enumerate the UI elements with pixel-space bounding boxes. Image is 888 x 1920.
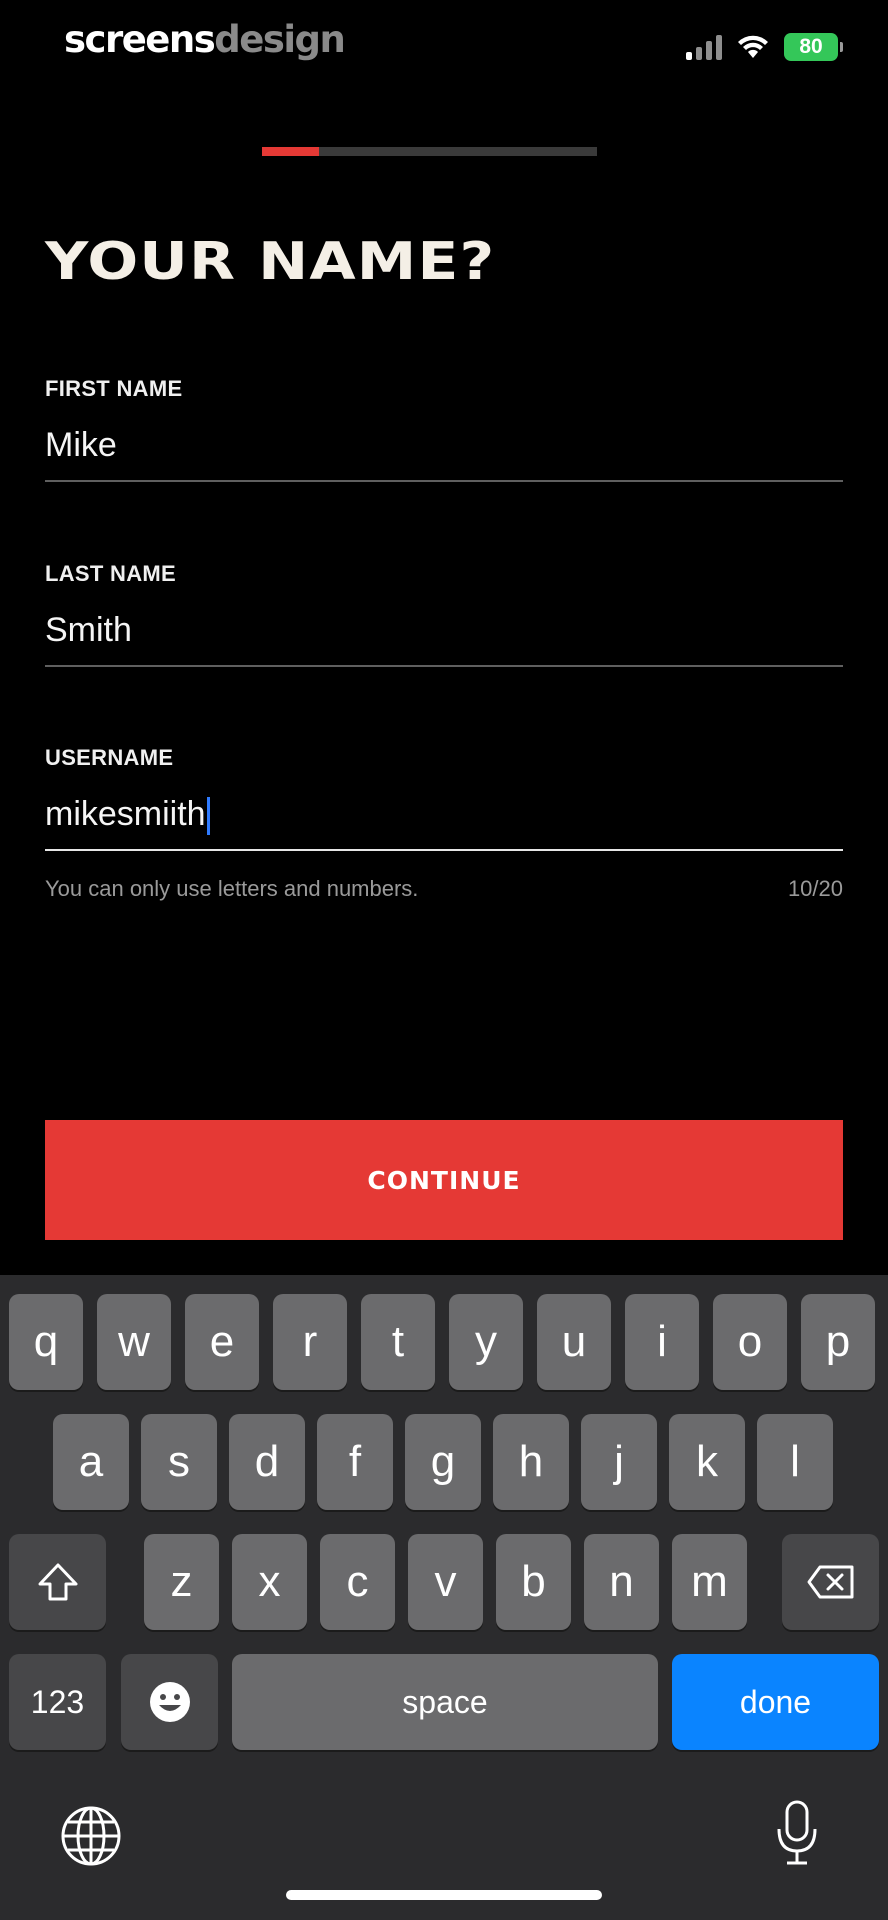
key-x[interactable]: x xyxy=(232,1534,307,1630)
last-name-field[interactable]: LAST NAME Smith xyxy=(45,561,843,667)
key-l[interactable]: l xyxy=(757,1414,833,1510)
globe-icon[interactable] xyxy=(60,1805,122,1867)
username-label: USERNAME xyxy=(45,745,174,770)
key-e[interactable]: e xyxy=(185,1294,259,1390)
key-b[interactable]: b xyxy=(496,1534,571,1630)
key-u[interactable]: u xyxy=(537,1294,611,1390)
emoji-icon xyxy=(149,1682,190,1722)
space-key[interactable]: space xyxy=(232,1654,658,1750)
keyboard: qwertyuiop asdfghjkl zxcvbnm 123 space d… xyxy=(0,1275,888,1920)
delete-key[interactable] xyxy=(782,1534,879,1630)
backspace-icon xyxy=(807,1565,853,1599)
last-name-label: LAST NAME xyxy=(45,561,177,586)
username-hint: You can only use letters and numbers. 10… xyxy=(45,876,843,902)
first-name-field[interactable]: FIRST NAME Mike xyxy=(45,376,843,482)
key-k[interactable]: k xyxy=(669,1414,745,1510)
character-count: 10/20 xyxy=(787,876,843,901)
shift-key[interactable] xyxy=(9,1534,106,1630)
step-progress-bar xyxy=(262,147,597,156)
key-f[interactable]: f xyxy=(317,1414,393,1510)
key-m[interactable]: m xyxy=(672,1534,747,1630)
screensdesign-logo: screensdesign xyxy=(64,18,346,61)
key-v[interactable]: v xyxy=(408,1534,483,1630)
username-text: mikesmiith xyxy=(45,795,206,833)
logo-part-screens: screens xyxy=(64,18,216,61)
cellular-signal-icon xyxy=(686,34,722,60)
key-g[interactable]: g xyxy=(405,1414,481,1510)
key-r[interactable]: r xyxy=(273,1294,347,1390)
key-n[interactable]: n xyxy=(584,1534,659,1630)
hint-text: You can only use letters and numbers. xyxy=(45,876,419,901)
username-field[interactable]: USERNAME mikesmiith xyxy=(45,745,843,851)
last-name-input[interactable]: Smith xyxy=(45,607,843,653)
last-name-underline xyxy=(45,665,843,667)
wifi-icon xyxy=(738,35,768,58)
key-h[interactable]: h xyxy=(493,1414,569,1510)
first-name-label: FIRST NAME xyxy=(45,376,183,401)
emoji-key[interactable] xyxy=(121,1654,218,1750)
logo-part-design: design xyxy=(214,18,346,61)
text-caret xyxy=(206,797,210,836)
first-name-input[interactable]: Mike xyxy=(45,422,843,468)
key-d[interactable]: d xyxy=(229,1414,305,1510)
home-indicator xyxy=(286,1890,602,1900)
key-a[interactable]: a xyxy=(53,1414,129,1510)
key-j[interactable]: j xyxy=(581,1414,657,1510)
status-icons: 80 xyxy=(686,32,843,62)
page-title: YOUR NAME? xyxy=(45,232,496,292)
key-q[interactable]: q xyxy=(9,1294,83,1390)
key-y[interactable]: y xyxy=(449,1294,523,1390)
shift-arrow-icon xyxy=(38,1563,77,1601)
key-s[interactable]: s xyxy=(141,1414,217,1510)
key-p[interactable]: p xyxy=(801,1294,875,1390)
key-o[interactable]: o xyxy=(713,1294,787,1390)
step-progress-fill xyxy=(262,147,319,156)
key-t[interactable]: t xyxy=(361,1294,435,1390)
done-key[interactable]: done xyxy=(672,1654,879,1750)
numbers-key[interactable]: 123 xyxy=(9,1654,106,1750)
username-underline xyxy=(45,849,843,851)
key-w[interactable]: w xyxy=(97,1294,171,1390)
battery-level: 80 xyxy=(799,35,823,58)
microphone-icon[interactable] xyxy=(774,1799,820,1867)
first-name-underline xyxy=(45,480,843,482)
continue-button[interactable]: CONTINUE xyxy=(45,1120,843,1240)
key-c[interactable]: c xyxy=(320,1534,395,1630)
key-z[interactable]: z xyxy=(144,1534,219,1630)
key-i[interactable]: i xyxy=(625,1294,699,1390)
username-input[interactable]: mikesmiith xyxy=(45,791,843,837)
battery-icon: 80 xyxy=(784,33,843,61)
